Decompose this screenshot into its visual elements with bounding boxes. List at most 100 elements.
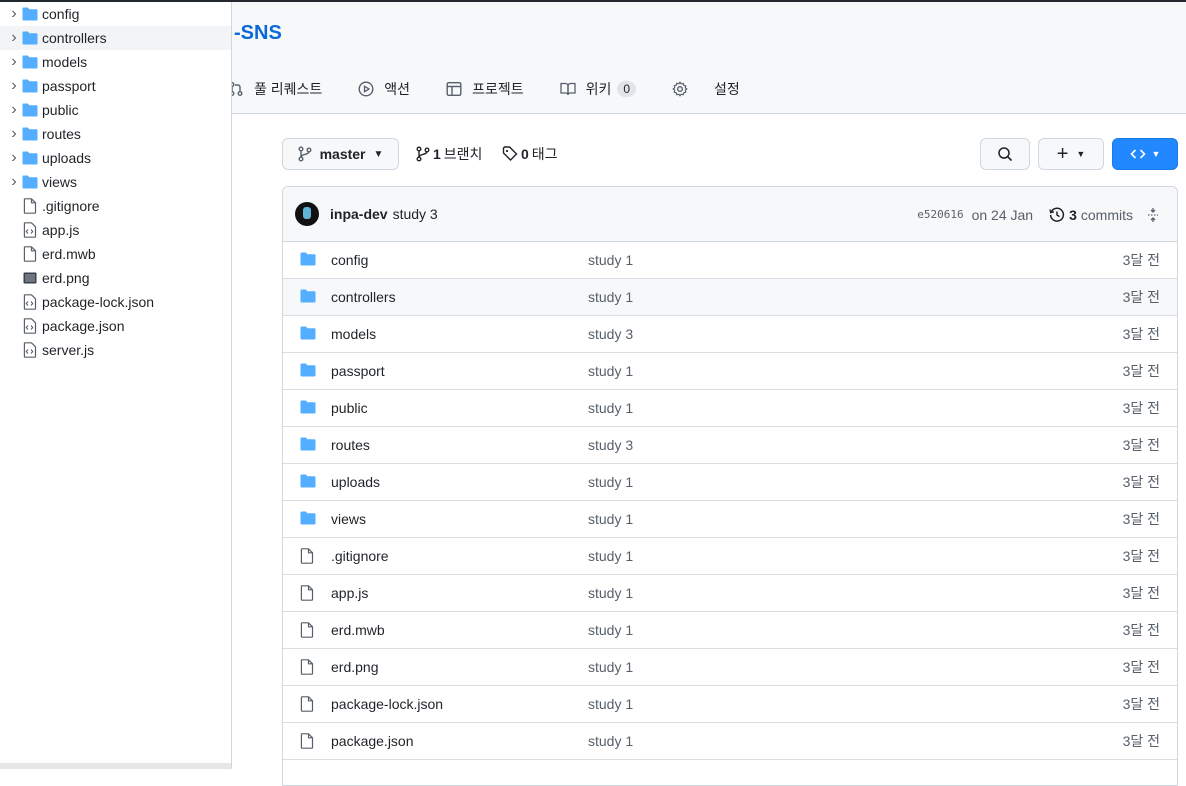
- plus-icon: +: [1056, 143, 1069, 165]
- table-row[interactable]: public study 1 3달 전: [283, 390, 1177, 427]
- tab-projects[interactable]: 프로젝트: [446, 79, 524, 99]
- file-commit-message[interactable]: study 1: [588, 511, 633, 527]
- file-name-link[interactable]: uploads: [331, 474, 380, 490]
- tree-item-label: package.json: [42, 318, 125, 334]
- tree-item[interactable]: › controllers: [0, 26, 231, 50]
- tag-label: 태그: [531, 146, 558, 162]
- tree-item[interactable]: ›app.js: [0, 218, 231, 242]
- file-commit-age: 3달 전: [1122, 326, 1160, 342]
- table-row[interactable]: erd.mwb study 1 3달 전: [283, 612, 1177, 649]
- chevron-right-icon[interactable]: ›: [8, 101, 20, 119]
- tree-item[interactable]: ›erd.png: [0, 266, 231, 290]
- tree-item[interactable]: ›erd.mwb: [0, 242, 231, 266]
- expand-icon[interactable]: [1145, 207, 1161, 223]
- chevron-right-icon[interactable]: ›: [8, 125, 20, 143]
- file-name-link[interactable]: public: [331, 400, 368, 416]
- tree-item[interactable]: › public: [0, 98, 231, 122]
- file-commit-message[interactable]: study 1: [588, 733, 633, 749]
- table-row[interactable]: controllers study 1 3달 전: [283, 279, 1177, 316]
- file-commit-message[interactable]: study 1: [588, 696, 633, 712]
- horizontal-scrollbar[interactable]: [0, 763, 231, 769]
- file-name-link[interactable]: app.js: [331, 585, 368, 601]
- tree-item[interactable]: › uploads: [0, 146, 231, 170]
- file-name-link[interactable]: .gitignore: [331, 548, 389, 564]
- tree-item[interactable]: › config: [0, 2, 231, 26]
- code-button[interactable]: ▼: [1112, 138, 1178, 170]
- file-tree-panel: › config › controllers › models › passport › publ…: [0, 0, 232, 769]
- tree-item[interactable]: ›.gitignore: [0, 194, 231, 218]
- table-row[interactable]: uploads study 1 3달 전: [283, 464, 1177, 501]
- file-commit-message[interactable]: study 1: [588, 548, 633, 564]
- repo-title[interactable]: -SNS: [234, 22, 282, 45]
- file-commit-message[interactable]: study 1: [588, 363, 633, 379]
- commits-link[interactable]: 3 commits: [1049, 207, 1133, 223]
- file-commit-message[interactable]: study 1: [588, 289, 633, 305]
- tree-item[interactable]: › passport: [0, 74, 231, 98]
- file-commit-message[interactable]: study 1: [588, 252, 633, 268]
- commit-message[interactable]: study 3: [393, 206, 438, 222]
- tab-wiki[interactable]: 위키 0: [559, 79, 637, 99]
- file-commit-age: 3달 전: [1122, 733, 1160, 749]
- chevron-right-icon[interactable]: ›: [8, 149, 20, 167]
- table-row[interactable]: routes study 3 3달 전: [283, 427, 1177, 464]
- file-commit-message[interactable]: study 1: [588, 585, 633, 601]
- file-name-link[interactable]: config: [331, 252, 368, 268]
- commit-author[interactable]: inpa-dev: [330, 206, 388, 222]
- tree-item[interactable]: › routes: [0, 122, 231, 146]
- table-row[interactable]: passport study 1 3달 전: [283, 353, 1177, 390]
- file-name-link[interactable]: views: [331, 511, 366, 527]
- table-row[interactable]: .gitignore study 1 3달 전: [283, 538, 1177, 575]
- tree-item[interactable]: ›package.json: [0, 314, 231, 338]
- file-commit-message[interactable]: study 1: [588, 622, 633, 638]
- chevron-right-icon[interactable]: ›: [8, 53, 20, 71]
- tag-count: 0: [521, 146, 529, 162]
- file-commit-message[interactable]: study 1: [588, 400, 633, 416]
- file-commit-message[interactable]: study 1: [588, 474, 633, 490]
- table-row[interactable]: models study 3 3달 전: [283, 316, 1177, 353]
- file-name-link[interactable]: controllers: [331, 289, 396, 305]
- tab-actions[interactable]: 액션: [358, 79, 410, 99]
- file-name-link[interactable]: package-lock.json: [331, 696, 443, 712]
- caret-down-icon: ▼: [1076, 149, 1086, 159]
- chevron-right-icon[interactable]: ›: [8, 5, 20, 23]
- folder-icon: [22, 150, 38, 166]
- folder-icon: [300, 326, 316, 342]
- gear-icon: [672, 81, 688, 97]
- tree-item[interactable]: ›server.js: [0, 338, 231, 362]
- tree-item[interactable]: ›package-lock.json: [0, 290, 231, 314]
- branch-select-button[interactable]: master ▼: [282, 138, 399, 170]
- tab-settings[interactable]: 설정: [672, 79, 740, 99]
- tab-label: 설정: [714, 81, 740, 97]
- chevron-right-icon[interactable]: ›: [8, 77, 20, 95]
- table-row[interactable]: app.js study 1 3달 전: [283, 575, 1177, 612]
- file-commit-message[interactable]: study 3: [588, 326, 633, 342]
- table-row[interactable]: config study 1 3달 전: [283, 242, 1177, 279]
- table-row[interactable]: package-lock.json study 1 3달 전: [283, 686, 1177, 723]
- file-name-link[interactable]: erd.png: [331, 659, 378, 675]
- table-row[interactable]: package.json study 1 3달 전: [283, 723, 1177, 760]
- file-name-link[interactable]: erd.mwb: [331, 622, 385, 638]
- branches-link[interactable]: 1 브랜치: [416, 144, 482, 164]
- table-row[interactable]: erd.png study 1 3달 전: [283, 649, 1177, 686]
- go-to-file-button[interactable]: [980, 138, 1030, 170]
- tab-pull-requests[interactable]: 풀 리퀘스트: [228, 79, 322, 99]
- add-file-button[interactable]: + ▼: [1038, 138, 1104, 170]
- table-row[interactable]: views study 1 3달 전: [283, 501, 1177, 538]
- tags-link[interactable]: 0 태그: [502, 144, 558, 164]
- folder-icon: [300, 363, 316, 379]
- tree-item[interactable]: › models: [0, 50, 231, 74]
- chevron-right-icon[interactable]: ›: [8, 173, 20, 191]
- commit-sha[interactable]: e520616: [917, 208, 963, 221]
- file-commit-message[interactable]: study 3: [588, 437, 633, 453]
- tree-item[interactable]: › views: [0, 170, 231, 194]
- file-name-link[interactable]: package.json: [331, 733, 414, 749]
- table-icon: [446, 81, 462, 97]
- avatar[interactable]: [295, 202, 319, 226]
- repo-nav: 풀 리퀘스트 액션 프로젝트 위키 0 설정: [228, 72, 776, 106]
- caret-down-icon: ▼: [1151, 149, 1161, 159]
- chevron-right-icon[interactable]: ›: [8, 29, 20, 47]
- file-name-link[interactable]: passport: [331, 363, 385, 379]
- file-name-link[interactable]: routes: [331, 437, 370, 453]
- file-commit-message[interactable]: study 1: [588, 659, 633, 675]
- file-name-link[interactable]: models: [331, 326, 376, 342]
